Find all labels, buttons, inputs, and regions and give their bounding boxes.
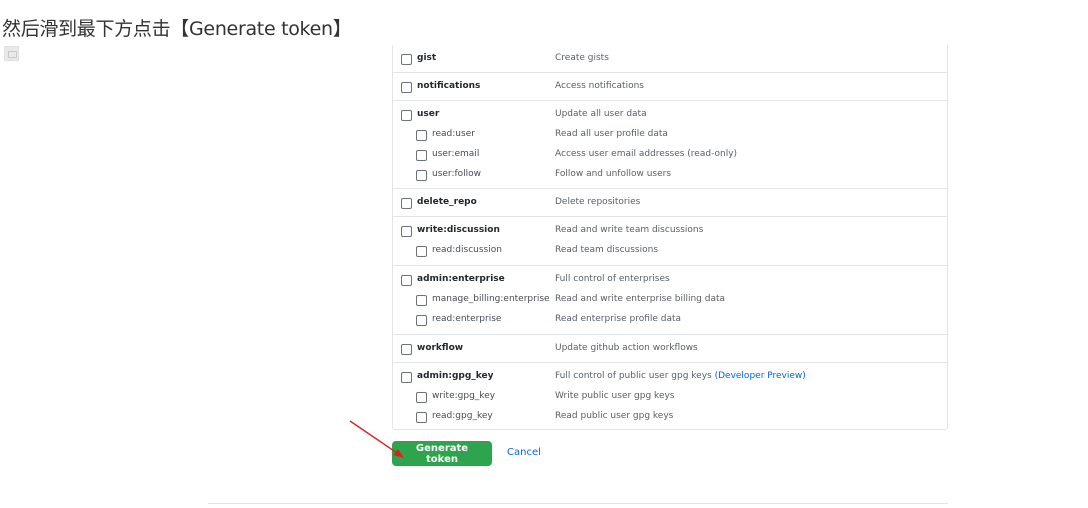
scope-description-text: Delete repositories [555, 197, 641, 207]
divider [208, 503, 948, 504]
scope-name[interactable]: admin:gpg_key [417, 371, 494, 381]
scope-group: workflow Update github action workflows [393, 335, 947, 363]
scope-description-text: Update github action workflows [555, 343, 698, 353]
scope-description-text: Full control of public user gpg keys [555, 371, 712, 381]
scope-name[interactable]: workflow [417, 343, 463, 353]
scope-description: Create gists [555, 53, 609, 63]
scope-description: Delete repositories [555, 197, 640, 207]
scope-checkbox[interactable] [401, 344, 412, 355]
scope-group: delete_repo Delete repositories [393, 189, 947, 217]
scope-name[interactable]: user [417, 109, 439, 119]
developer-preview-link[interactable]: (Developer Preview) [715, 371, 806, 381]
scope-checkbox[interactable] [401, 372, 412, 383]
scope-checkbox[interactable] [401, 226, 412, 237]
scope-name[interactable]: gist [417, 53, 436, 63]
scope-checkbox[interactable] [416, 150, 427, 161]
scope-row: workflow Update github action workflows [393, 340, 947, 360]
subscope-row: user:email Access user email addresses (r… [393, 146, 947, 166]
instruction-caption: 然后滑到最下方点击【Generate token】 [2, 18, 352, 40]
scope-name[interactable]: write:discussion [417, 225, 500, 235]
scope-checkbox[interactable] [401, 54, 412, 65]
subscope-row: write:gpg_key Write public user gpg keys [393, 388, 947, 408]
broken-image-icon [4, 46, 19, 61]
scope-group: notifications Access notifications [393, 73, 947, 101]
scope-description-text: Access notifications [555, 81, 644, 91]
scope-description: Update all user data [555, 109, 647, 119]
scope-description-text: Read and write enterprise billing data [555, 294, 726, 304]
scope-description-text: Write public user gpg keys [555, 391, 675, 401]
scope-description: Follow and unfollow users [555, 169, 671, 179]
scope-name[interactable]: delete_repo [417, 197, 477, 207]
scope-checkbox[interactable] [416, 392, 427, 403]
scope-row: notifications Access notifications [393, 78, 947, 98]
scope-checkbox[interactable] [416, 170, 427, 181]
scope-checkbox[interactable] [416, 412, 427, 423]
scope-checkbox[interactable] [416, 130, 427, 141]
scope-description-text: Read team discussions [555, 245, 659, 255]
scope-description: Write public user gpg keys [555, 391, 675, 401]
subscope-row: read:discussion Read team discussions [393, 242, 947, 262]
scope-row: write:discussion Read and write team disc… [393, 222, 947, 242]
scope-name[interactable]: read:enterprise [432, 314, 501, 324]
scope-description-text: Read public user gpg keys [555, 411, 674, 421]
scope-group: admin:enterprise Full control of enterpri… [393, 266, 947, 335]
scope-row: user Update all user data [393, 106, 947, 126]
scope-group: gist Create gists [393, 45, 947, 73]
scope-name[interactable]: user:email [432, 149, 479, 159]
scope-checkbox[interactable] [416, 315, 427, 326]
scope-name[interactable]: write:gpg_key [432, 391, 495, 401]
scope-description: Read enterprise profile data [555, 314, 681, 324]
scope-name[interactable]: user:follow [432, 169, 481, 179]
scope-description-text: Read all user profile data [555, 129, 668, 139]
scope-group: write:discussion Read and write team disc… [393, 217, 947, 266]
scope-group: user Update all user data read:user Read al… [393, 101, 947, 189]
scope-checkbox[interactable] [401, 275, 412, 286]
scope-description-text: Create gists [555, 53, 609, 63]
scope-description: Access user email addresses (read-only) [555, 149, 737, 159]
scope-description: Read and write enterprise billing data [555, 294, 725, 304]
subscope-row: read:user Read all user profile data [393, 126, 947, 146]
scope-description: Read public user gpg keys [555, 411, 673, 421]
scope-name[interactable]: read:discussion [432, 245, 502, 255]
scope-description: Full control of enterprises [555, 274, 670, 284]
scope-row: admin:gpg_key Full control of public user… [393, 368, 947, 388]
scope-description: Access notifications [555, 81, 644, 91]
scope-checkbox[interactable] [416, 295, 427, 306]
scope-description-text: Follow and unfollow users [555, 169, 672, 179]
subscope-row: user:follow Follow and unfollow users [393, 166, 947, 186]
scope-checkbox[interactable] [416, 246, 427, 257]
scope-description: Full control of public user gpg keys (De… [555, 371, 806, 381]
scope-description: Read and write team discussions [555, 225, 703, 235]
scope-description-text: Update all user data [555, 109, 647, 119]
subscope-row: manage_billing:enterprise Read and write … [393, 291, 947, 311]
scope-description: Read all user profile data [555, 129, 668, 139]
scope-checkbox[interactable] [401, 198, 412, 209]
scope-description-text: Full control of enterprises [555, 274, 670, 284]
scope-description: Read team discussions [555, 245, 658, 255]
scope-description: Update github action workflows [555, 343, 698, 353]
scope-row: delete_repo Delete repositories [393, 194, 947, 214]
scope-row: gist Create gists [393, 50, 947, 70]
scope-checkbox[interactable] [401, 82, 412, 93]
subscope-row: read:gpg_key Read public user gpg keys [393, 408, 947, 428]
scope-name[interactable]: notifications [417, 81, 480, 91]
annotation-arrow-icon [349, 420, 404, 458]
scope-checkbox[interactable] [401, 110, 412, 121]
scope-description-text: Read and write team discussions [555, 225, 704, 235]
subscope-row: read:enterprise Read enterprise profile d… [393, 311, 947, 331]
scope-name[interactable]: read:user [432, 129, 475, 139]
cancel-link[interactable]: Cancel [507, 447, 541, 458]
scope-description-text: Read enterprise profile data [555, 314, 682, 324]
scope-name[interactable]: admin:enterprise [417, 274, 505, 284]
scope-description-text: Access user email addresses (read-only) [555, 149, 738, 159]
scope-name[interactable]: manage_billing:enterprise [432, 294, 550, 304]
scope-row: admin:enterprise Full control of enterpri… [393, 271, 947, 291]
scope-name[interactable]: read:gpg_key [432, 411, 493, 421]
scopes-list: gist Create gists notifications Access noti… [392, 45, 948, 430]
scope-group: admin:gpg_key Full control of public user… [393, 363, 947, 430]
